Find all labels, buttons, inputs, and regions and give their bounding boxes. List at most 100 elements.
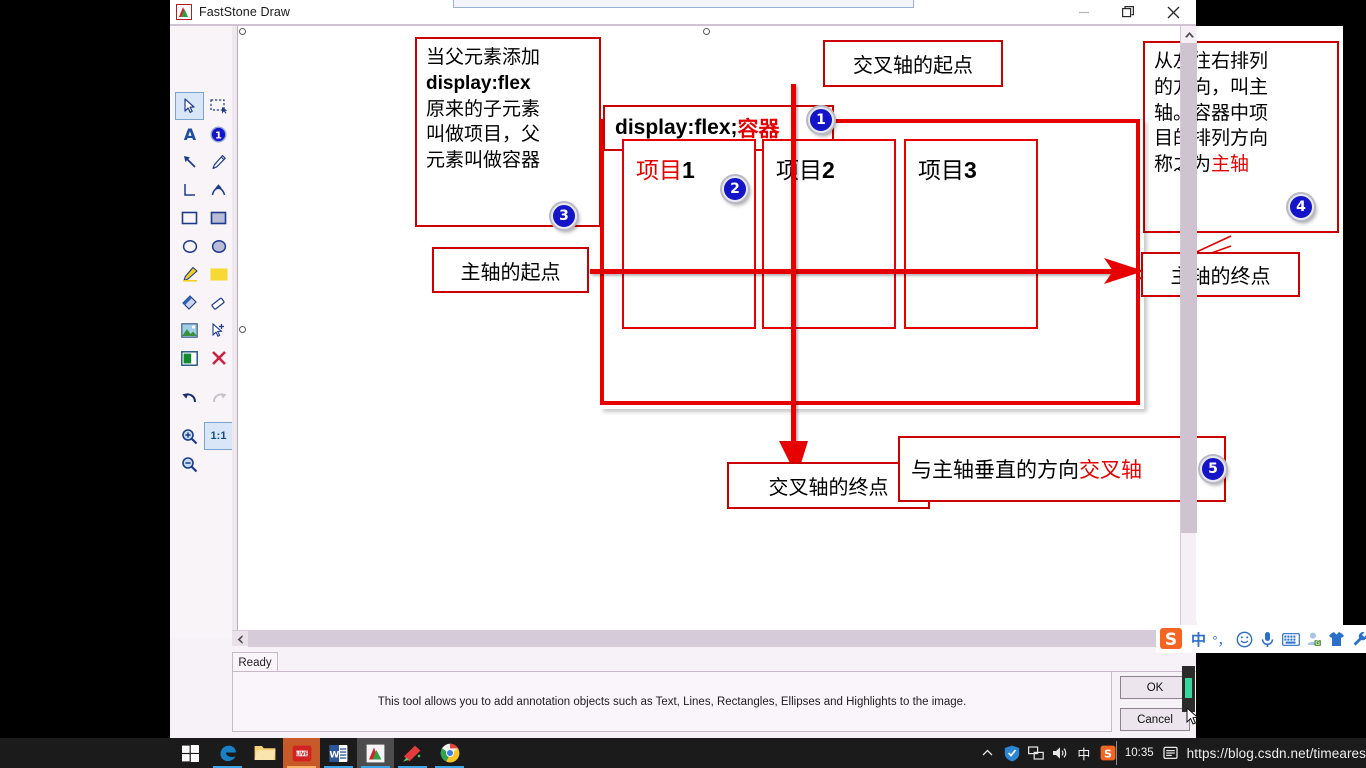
flex-item-2-label-num: 2 (822, 157, 835, 183)
svg-text:W: W (329, 750, 339, 760)
note-left-line-2: 原来的子元素 (426, 97, 541, 120)
rectangle-outline-tool[interactable] (175, 204, 204, 232)
ellipse-filled-tool[interactable] (204, 232, 233, 260)
selection-handle-top-right[interactable] (703, 28, 710, 35)
redo-button (204, 383, 233, 411)
callout-badge-5: 5 (1200, 456, 1226, 482)
zoom-out-button[interactable] (175, 450, 204, 478)
clone-tool[interactable] (204, 316, 233, 344)
taskbar-file-explorer[interactable] (246, 738, 283, 768)
faststone-draw-window: FastStone Draw A 1 1:1 当父元素添加 display:fl… (170, 0, 1366, 738)
blog-watermark: https://blog.csdn.net/timeares (1186, 745, 1366, 761)
note-left-line-3: 叫做项目，父 (426, 123, 541, 146)
system-tray: 中 S 10:35 https://blog.csdn.net/timeares (976, 738, 1366, 768)
label-cross-axis-start: 交叉轴的起点 (823, 40, 1003, 87)
numbered-callout-tool[interactable]: 1 (204, 120, 233, 148)
svg-text:S: S (1165, 630, 1177, 650)
highlighter-pen-tool[interactable] (175, 260, 204, 288)
ellipse-outline-tool[interactable] (175, 232, 204, 260)
rectangle-filled-tool[interactable] (204, 204, 233, 232)
scroll-left-arrow[interactable] (232, 631, 248, 647)
corner-line-tool[interactable] (175, 176, 204, 204)
label-cross-axis-highlight: 交叉轴 (1079, 458, 1142, 482)
select-arrow-tool[interactable] (175, 92, 204, 120)
skin-shirt-icon[interactable] (1327, 629, 1346, 649)
taskbar-wps-writer[interactable]: LIVE (283, 738, 320, 768)
selection-handle-mid-left[interactable] (239, 326, 246, 333)
actual-size-button[interactable]: 1:1 (204, 422, 233, 450)
volume-icon[interactable] (1048, 738, 1072, 768)
screen: FastStone Draw A 1 1:1 当父元素添加 display:fl… (0, 0, 1366, 768)
windows-taskbar: LIVE W 中 S 10:35 https://blog.csdn.net/t… (0, 738, 1366, 768)
cross-axis-line (791, 84, 796, 456)
zoom-in-button[interactable] (175, 422, 204, 450)
selection-handle-top-left[interactable] (239, 28, 246, 35)
taskbar-chrome[interactable] (431, 738, 468, 768)
flex-item-3-label-num: 3 (964, 157, 977, 183)
marquee-select-tool[interactable] (204, 92, 233, 120)
sogou-ime-toolbar[interactable]: S 中 °， G (1156, 625, 1366, 653)
canvas-vertical-scrollbar[interactable] (1180, 26, 1197, 638)
pencil-tool[interactable] (204, 148, 233, 176)
cancel-button[interactable]: Cancel (1120, 708, 1190, 731)
minimize-button[interactable] (1061, 0, 1106, 24)
toolbox-wrench-icon[interactable] (1350, 629, 1366, 649)
soft-keyboard-icon[interactable] (1281, 629, 1300, 649)
notification-center-icon[interactable] (1159, 738, 1183, 768)
undo-button[interactable] (175, 383, 204, 411)
maximize-restore-button[interactable] (1106, 0, 1151, 24)
ok-button[interactable]: OK (1120, 676, 1190, 699)
insert-image-tool[interactable] (175, 316, 204, 344)
flex-item-3-label-cjk: 项目 (918, 158, 964, 184)
start-button[interactable] (172, 738, 209, 768)
tool-group-divider-2 (175, 411, 233, 422)
main-axis-line (590, 269, 1125, 274)
punctuation-mode-icon[interactable]: °， (1212, 629, 1231, 649)
note-parent-element-explanation: 当父元素添加 display:flex 原来的子元素 叫做项目，父 元素叫做容器 (415, 37, 601, 227)
note-left-line-0: 当父元素添加 (426, 46, 541, 68)
tray-expand-icon[interactable] (976, 738, 1000, 768)
user-account-icon[interactable]: G (1304, 629, 1323, 649)
horizontal-scroll-thumb[interactable] (248, 631, 1164, 647)
text-tool[interactable]: A (175, 120, 204, 148)
side-scroll-indicator[interactable] (1182, 666, 1195, 712)
ime-chinese-icon[interactable]: 中 (1072, 738, 1096, 768)
tool-palette: A 1 1:1 (170, 26, 233, 638)
faststone-icon (176, 4, 192, 20)
close-button[interactable] (1151, 0, 1196, 24)
scroll-up-arrow[interactable] (1181, 26, 1197, 43)
curved-arrow-tool[interactable] (204, 176, 233, 204)
drawing-canvas[interactable]: 当父元素添加 display:flex 原来的子元素 叫做项目，父 元素叫做容器… (238, 26, 1343, 630)
eraser-tool[interactable] (204, 288, 233, 316)
taskbar-faststone-capture[interactable] (357, 738, 394, 768)
svg-text:S: S (1104, 747, 1112, 760)
status-tab-row: Ready (232, 652, 1196, 672)
watermark-divider (1116, 741, 1117, 765)
callout-badge-1: 1 (808, 107, 834, 133)
highlight-fill-tool[interactable] (204, 260, 233, 288)
tool-group-divider (175, 372, 233, 383)
taskbar-clock[interactable]: 10:35 (1120, 747, 1159, 759)
flex-item-1-label: 项目1 (636, 151, 695, 185)
status-ready-tab[interactable]: Ready (232, 652, 278, 672)
emoji-icon[interactable] (1235, 629, 1254, 649)
hint-panel: This tool allows you to add annotation o… (232, 672, 1112, 732)
mouse-cursor (1186, 707, 1199, 725)
sogou-logo-icon[interactable]: S (1159, 628, 1185, 650)
delete-object-tool[interactable] (204, 344, 233, 372)
color-pick-tool[interactable] (175, 344, 204, 372)
window-controls (1061, 0, 1196, 24)
chinese-mode-icon[interactable]: 中 (1189, 629, 1208, 649)
taskbar-edge-browser[interactable] (209, 738, 246, 768)
network-icon[interactable] (1024, 738, 1048, 768)
shield-icon[interactable] (1000, 738, 1024, 768)
canvas-horizontal-scrollbar[interactable] (232, 630, 1180, 647)
callout-badge-3: 3 (551, 203, 577, 229)
arrow-line-tool[interactable] (175, 148, 204, 176)
callout-badge-2: 2 (722, 176, 748, 202)
taskbar-word[interactable]: W (320, 738, 357, 768)
vertical-scroll-thumb[interactable] (1181, 43, 1197, 533)
taskbar-snipaste[interactable] (394, 738, 431, 768)
blur-tool[interactable] (175, 288, 204, 316)
voice-input-icon[interactable] (1258, 629, 1277, 649)
